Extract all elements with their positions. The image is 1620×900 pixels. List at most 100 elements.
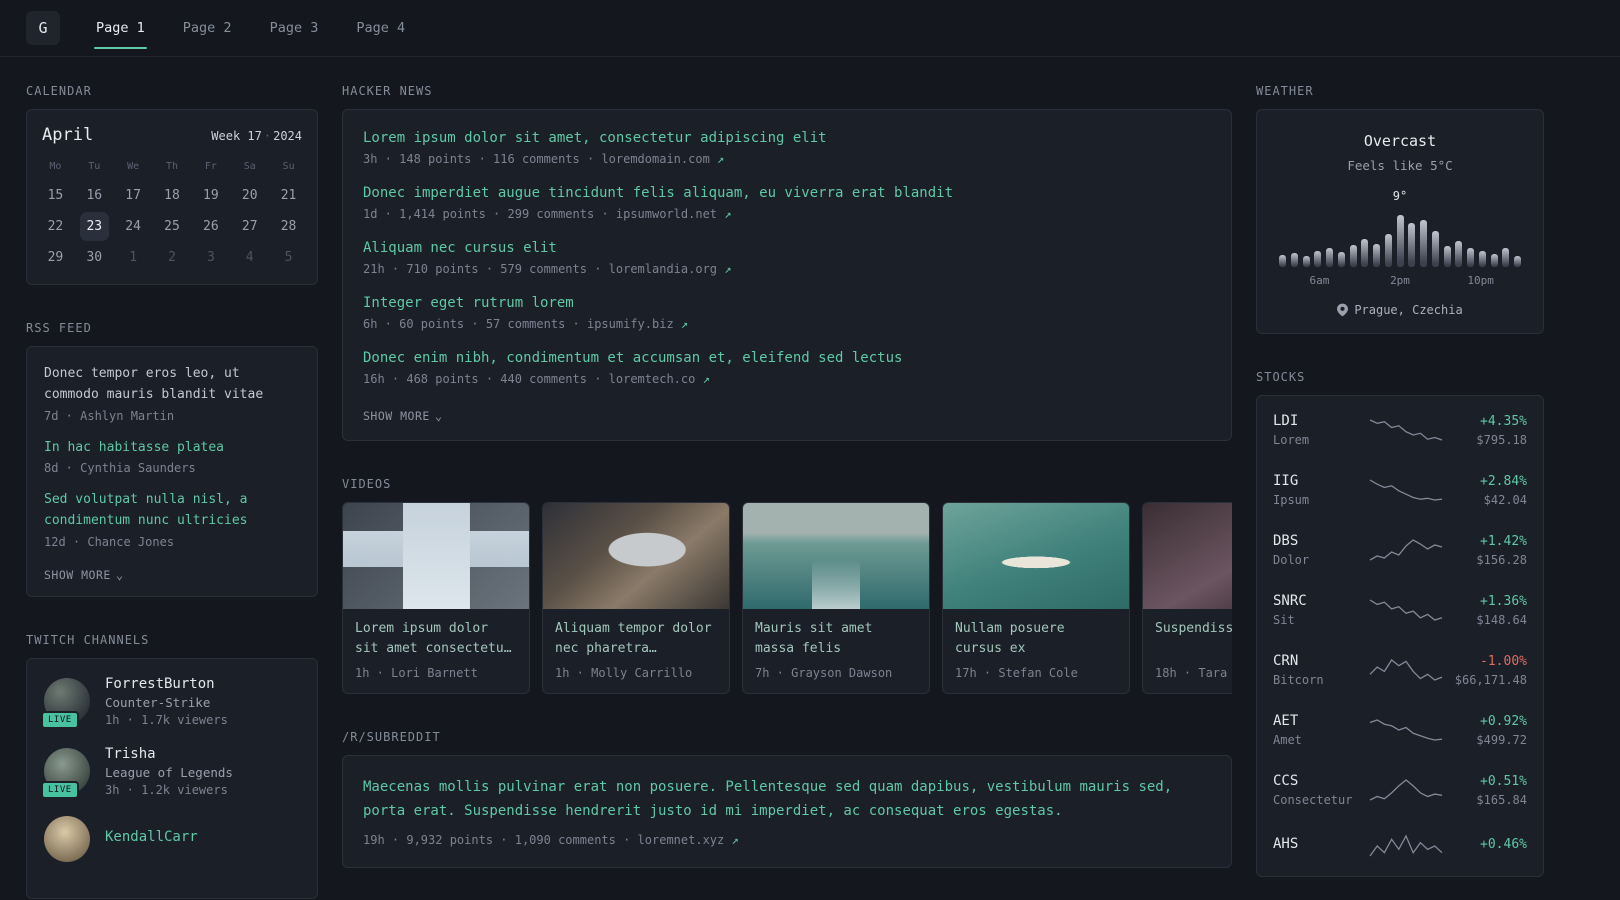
video-card[interactable]: Mauris sit amet massa felis 7h · Grayson… bbox=[742, 502, 930, 695]
hn-item-domain[interactable]: loremtech.co bbox=[609, 372, 696, 386]
rss-item-title[interactable]: Sed volutpat nulla nisl, a condimentum n… bbox=[44, 490, 300, 532]
subreddit-post-domain[interactable]: loremnet.xyz bbox=[638, 833, 725, 847]
tab-page-1[interactable]: Page 1 bbox=[84, 0, 157, 56]
app-logo[interactable]: G bbox=[26, 11, 60, 45]
calendar-day-header: Su bbox=[282, 161, 295, 172]
twitch-channel[interactable]: LIVE ForrestBurton Counter-Strike 1h · 1… bbox=[41, 676, 300, 730]
weather-feels-like: Feels like 5°C bbox=[1347, 158, 1453, 173]
weather-bar bbox=[1326, 248, 1333, 267]
rss-show-more-button[interactable]: SHOW MORE ⌄ bbox=[44, 568, 124, 582]
calendar-day: 1 bbox=[129, 250, 138, 265]
video-title[interactable]: Mauris sit amet massa felis bbox=[743, 609, 929, 659]
stock-sparkline bbox=[1369, 779, 1443, 801]
hn-item-domain[interactable]: loremlandia.org bbox=[609, 262, 717, 276]
weather-time-labels: 6am 2pm 10pm bbox=[1279, 274, 1521, 289]
weather-bar bbox=[1514, 256, 1521, 267]
subreddit-post-title[interactable]: Maecenas mollis pulvinar erat non posuer… bbox=[363, 776, 1211, 824]
stock-symbol: CCS bbox=[1273, 773, 1299, 789]
twitch-widget: TWITCH CHANNELS LIVE ForrestBurton Count… bbox=[26, 633, 318, 899]
calendar-day: 27 bbox=[241, 219, 258, 234]
hn-item-title[interactable]: Aliquam nec cursus elit bbox=[363, 240, 1211, 256]
stock-change: +0.92% bbox=[1480, 713, 1527, 729]
section-title-stocks: STOCKS bbox=[1256, 370, 1306, 384]
hn-show-more-button[interactable]: SHOW MORE ⌄ bbox=[363, 409, 443, 423]
calendar-day-header: We bbox=[127, 161, 140, 172]
stock-change: +2.84% bbox=[1480, 473, 1527, 489]
calendar-grid: Mo Tu We Th Fr Sa Su 15 16 17 18 19 20 21 22 23 24 25 26 27… bbox=[27, 151, 317, 284]
weather-card: Overcast Feels like 5°C 9° 6am 2pm 10pm … bbox=[1256, 109, 1544, 334]
weather-bar bbox=[1279, 255, 1286, 267]
hn-item-title[interactable]: Integer eget rutrum lorem bbox=[363, 295, 1211, 311]
hn-item-domain[interactable]: ipsumworld.net bbox=[616, 207, 717, 221]
tab-page-2[interactable]: Page 2 bbox=[171, 0, 244, 56]
video-thumbnail[interactable] bbox=[543, 503, 729, 609]
video-meta: 17h · Stefan Cole bbox=[955, 666, 1078, 681]
channel-name[interactable]: ForrestBurton bbox=[105, 676, 228, 692]
time-label: 10pm bbox=[1467, 274, 1494, 287]
stock-row[interactable]: AHS +0.46% bbox=[1257, 820, 1543, 872]
avatar bbox=[44, 815, 90, 862]
video-card[interactable]: Nullam posuere cursus ex 17h · Stefan Co… bbox=[942, 502, 1130, 695]
rss-item-title[interactable]: Donec tempor eros leo, ut commodo mauris… bbox=[44, 364, 300, 406]
weather-bar bbox=[1302, 256, 1310, 267]
twitch-channel[interactable]: LIVE Trisha League of Legends 3h · 1.2k … bbox=[41, 746, 300, 800]
channel-game: League of Legends bbox=[105, 764, 233, 780]
video-card[interactable]: Aliquam tempor dolor nec pharetra… 1h · … bbox=[542, 502, 730, 695]
tab-page-4[interactable]: Page 4 bbox=[344, 0, 417, 56]
stock-row[interactable]: DBS Dolor +1.42% $156.28 bbox=[1257, 520, 1543, 580]
stock-row[interactable]: CRN Bitcorn -1.00% $66,171.48 bbox=[1257, 640, 1543, 700]
stock-row[interactable]: LDI Lorem +4.35% $795.18 bbox=[1257, 400, 1543, 460]
calendar-card: April Week 17 · 2024 Mo Tu We Th Fr Sa Su 15 16 17 1… bbox=[26, 109, 318, 285]
calendar-day: 29 bbox=[47, 250, 64, 265]
stock-change: -1.00% bbox=[1480, 653, 1527, 669]
video-title[interactable]: Lorem ipsum dolor sit amet consectetu… bbox=[343, 609, 529, 659]
left-column: CALENDAR April Week 17 · 2024 Mo Tu We Th Fr Sa… bbox=[26, 84, 318, 899]
video-card[interactable]: Lorem ipsum dolor sit amet consectetu… 1… bbox=[342, 502, 530, 695]
stock-row[interactable]: CCS Consectetur +0.51% $165.84 bbox=[1257, 760, 1543, 820]
calendar-header: April Week 17 · 2024 bbox=[27, 110, 317, 151]
video-thumbnail[interactable] bbox=[743, 503, 929, 609]
video-title[interactable]: Suspendisse diam bbox=[1143, 609, 1232, 659]
twitch-channel[interactable]: KendallCarr bbox=[44, 815, 300, 862]
weather-bar bbox=[1337, 252, 1345, 267]
rss-item-title[interactable]: In hac habitasse platea bbox=[44, 438, 300, 459]
stock-sparkline bbox=[1369, 539, 1443, 561]
weather-bar bbox=[1384, 234, 1392, 267]
external-link-icon: ↗ bbox=[724, 207, 732, 221]
stock-row[interactable]: AET Amet +0.92% $499.72 bbox=[1257, 700, 1543, 760]
channel-name[interactable]: KendallCarr bbox=[105, 829, 198, 845]
calendar-day-header: Th bbox=[165, 161, 179, 172]
stock-name: Sit bbox=[1273, 613, 1295, 627]
video-meta: 1h · Molly Carrillo bbox=[555, 666, 693, 681]
weather-bar bbox=[1408, 223, 1416, 267]
stock-sparkline bbox=[1369, 659, 1443, 681]
weather-temp-label: 9° bbox=[1392, 189, 1408, 203]
video-card[interactable]: Suspendisse diam 18h · Tara bbox=[1142, 502, 1232, 695]
video-thumbnail[interactable] bbox=[1143, 503, 1232, 609]
video-thumbnail[interactable] bbox=[943, 503, 1129, 609]
stock-symbol: IIG bbox=[1273, 473, 1299, 489]
channel-name[interactable]: Trisha bbox=[105, 746, 233, 762]
hn-item-title[interactable]: Donec imperdiet augue tincidunt felis al… bbox=[363, 185, 1211, 201]
video-thumbnail[interactable] bbox=[343, 503, 529, 609]
video-title[interactable]: Aliquam tempor dolor nec pharetra… bbox=[543, 609, 729, 659]
calendar-day: 21 bbox=[280, 188, 297, 203]
live-badge: LIVE bbox=[41, 781, 79, 800]
subreddit-card: Maecenas mollis pulvinar erat non posuer… bbox=[342, 755, 1232, 868]
time-label: 2pm bbox=[1390, 274, 1410, 287]
hn-item: Integer eget rutrum lorem 6h · 60 points… bbox=[363, 295, 1211, 331]
stock-row[interactable]: IIG Ipsum +2.84% $42.04 bbox=[1257, 460, 1543, 520]
page-tabs: Page 1 Page 2 Page 3 Page 4 bbox=[84, 0, 431, 56]
video-title[interactable]: Nullam posuere cursus ex bbox=[943, 609, 1129, 659]
avatar-wrap: LIVE bbox=[41, 678, 90, 730]
hn-item-title[interactable]: Donec enim nibh, condimentum et accumsan… bbox=[363, 350, 1211, 366]
tab-page-3[interactable]: Page 3 bbox=[258, 0, 331, 56]
rss-item-meta: 8d · Cynthia Saunders bbox=[44, 461, 196, 476]
calendar-day: 20 bbox=[241, 188, 258, 203]
hn-item-domain[interactable]: ipsumify.biz bbox=[587, 317, 674, 331]
hn-item-title[interactable]: Lorem ipsum dolor sit amet, consectetur … bbox=[363, 130, 1211, 146]
stock-name: Dolor bbox=[1273, 553, 1310, 567]
stock-row[interactable]: SNRC Sit +1.36% $148.64 bbox=[1257, 580, 1543, 640]
hn-item-domain[interactable]: loremdomain.com bbox=[601, 152, 709, 166]
hn-item: Donec enim nibh, condimentum et accumsan… bbox=[363, 350, 1211, 386]
